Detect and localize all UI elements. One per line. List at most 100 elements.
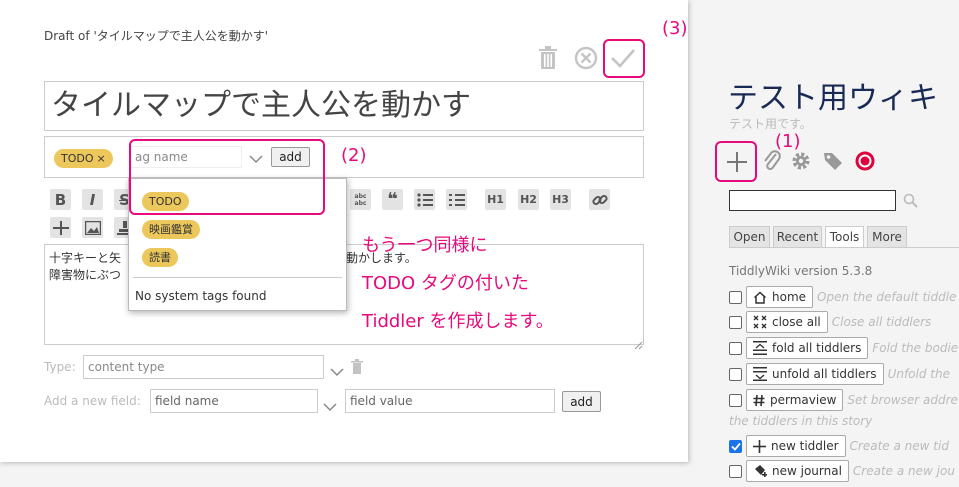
gear-icon[interactable]: [790, 150, 812, 176]
dropdown-divider: [133, 277, 342, 278]
tool-row-unfold: unfold all tiddlers Unfold the: [729, 363, 950, 385]
title-input[interactable]: タイルマップで主人公を動かす: [44, 81, 644, 131]
journal-icon: [755, 465, 767, 477]
permaview-icon: [753, 394, 765, 406]
annotation-line-2: TODO タグの付いた: [362, 273, 529, 294]
unfold-icon: [753, 367, 767, 381]
tool-desc: Open the default tiddle: [817, 290, 957, 304]
tool-checkbox[interactable]: [729, 464, 742, 478]
tool-row-fold: fold all tiddlers Fold the bodie: [729, 337, 958, 359]
tool-row-close-all: close all Close all tiddlers: [729, 311, 931, 333]
tag-remove-icon[interactable]: ×: [97, 152, 106, 165]
text-line-1-start: 十字キーと矢: [49, 251, 122, 265]
close-all-button[interactable]: close all: [746, 311, 828, 333]
tool-checkbox[interactable]: [729, 315, 742, 329]
type-label: Type:: [44, 360, 76, 374]
step3-label: (3): [662, 18, 688, 39]
quote-icon[interactable]: ❝: [382, 189, 403, 210]
tool-label: new journal: [772, 464, 842, 478]
draft-title: Draft of 'タイルマップで主人公を動かす': [44, 29, 269, 43]
tool-row-home: home Open the default tiddle: [729, 286, 956, 308]
tag-todo[interactable]: TODO ×: [54, 147, 113, 168]
tab-open[interactable]: Open: [729, 226, 770, 247]
tool-label: home: [772, 290, 807, 304]
heading1-button[interactable]: H1: [485, 189, 506, 210]
fold-icon: [753, 341, 767, 355]
tool-desc: Fold the bodie: [872, 341, 959, 355]
tool-desc: Set browser addre: [847, 393, 958, 407]
version-text: TiddlyWiki version 5.3.8: [729, 264, 873, 278]
tab-recent[interactable]: Recent: [773, 226, 822, 247]
site-title: テスト用ウィキ: [728, 81, 938, 116]
tag-manager-icon[interactable]: [822, 150, 844, 176]
transcludify-icon[interactable]: [50, 217, 71, 238]
fold-all-button[interactable]: fold all tiddlers: [746, 337, 869, 359]
tag-highlight: [129, 139, 325, 215]
tool-checkbox[interactable]: [729, 367, 742, 381]
permaview-button[interactable]: permaview: [746, 389, 844, 411]
tool-row-new-tiddler: new tiddler Create a new tid: [729, 435, 949, 457]
tool-label: new tiddler: [771, 439, 839, 453]
text-line-2-start: 障害物にぶつ: [49, 268, 122, 282]
tab-divider: [729, 247, 959, 248]
tool-checkbox-checked[interactable]: [729, 439, 742, 453]
tool-desc: Create a new jou: [852, 464, 955, 478]
tool-label: permaview: [770, 393, 837, 407]
tool-desc: Unfold the: [887, 367, 950, 381]
tool-desc: Close all tiddlers: [831, 315, 932, 329]
step2-label: (2): [341, 145, 367, 166]
resize-handle-icon[interactable]: [634, 335, 643, 354]
no-system-tags-text: No system tags found: [135, 289, 267, 303]
annotation-line-3: Tiddler を作成します。: [362, 311, 554, 332]
close-all-icon: [753, 315, 767, 329]
dropdown-item-movie[interactable]: 映画鑑賞: [142, 218, 200, 239]
type-delete-icon[interactable]: [351, 359, 363, 378]
annotation-line-1: もう一つ同様に: [362, 235, 488, 256]
sidebar-search-input[interactable]: [729, 190, 896, 211]
site-subtitle: テスト用です。: [729, 117, 812, 131]
dropdown-item-label: 読書: [142, 247, 178, 267]
link-icon[interactable]: [589, 189, 610, 210]
tab-more[interactable]: More: [867, 226, 907, 247]
type-chevron-icon[interactable]: [330, 362, 344, 381]
record-icon[interactable]: [854, 150, 876, 176]
tool-checkbox[interactable]: [729, 341, 742, 355]
tool-label: unfold all tiddlers: [772, 367, 877, 381]
unfold-all-button[interactable]: unfold all tiddlers: [746, 363, 884, 385]
field-name-input[interactable]: field name: [150, 389, 318, 413]
italic-button[interactable]: I: [82, 189, 103, 210]
new-tiddler-button[interactable]: new tiddler: [746, 435, 846, 457]
field-value-input[interactable]: field value: [345, 389, 555, 413]
dropdown-item-label: 映画鑑賞: [142, 219, 200, 239]
type-input[interactable]: content type: [83, 355, 324, 379]
tag-label: TODO: [61, 152, 94, 165]
bold-button[interactable]: B: [50, 189, 71, 210]
tool-row-new-journal: new journal Create a new jou: [729, 460, 955, 482]
tool-checkbox[interactable]: [729, 290, 742, 304]
field-add-button[interactable]: add: [562, 391, 601, 412]
paperclip-icon[interactable]: [762, 150, 782, 176]
step1-label: (1): [775, 131, 801, 152]
search-icon[interactable]: [903, 193, 918, 212]
mono-block-icon[interactable]: abc abc: [350, 189, 371, 210]
new-tiddler-icon[interactable]: [726, 151, 748, 177]
new-field-label: Add a new field:: [44, 394, 141, 408]
cancel-icon[interactable]: [572, 44, 600, 72]
plus-icon: [753, 439, 766, 453]
bullet-list-icon[interactable]: [414, 189, 435, 210]
field-name-chevron-icon[interactable]: [323, 397, 337, 416]
tab-tools[interactable]: Tools: [825, 226, 864, 247]
delete-icon[interactable]: [536, 44, 560, 72]
heading2-button[interactable]: H2: [518, 189, 539, 210]
dropdown-item-reading[interactable]: 読書: [142, 246, 178, 267]
tool-desc: Create a new tid: [849, 439, 949, 453]
home-button[interactable]: home: [746, 286, 814, 308]
numbered-list-icon[interactable]: [446, 189, 467, 210]
heading3-button[interactable]: H3: [550, 189, 571, 210]
new-journal-button[interactable]: new journal: [746, 460, 849, 482]
tool-label: close all: [772, 315, 821, 329]
tool-row-permaview: permaview Set browser addre: [729, 389, 958, 411]
picture-icon[interactable]: [82, 217, 103, 238]
tool-checkbox[interactable]: [729, 393, 742, 407]
home-icon: [753, 290, 767, 304]
